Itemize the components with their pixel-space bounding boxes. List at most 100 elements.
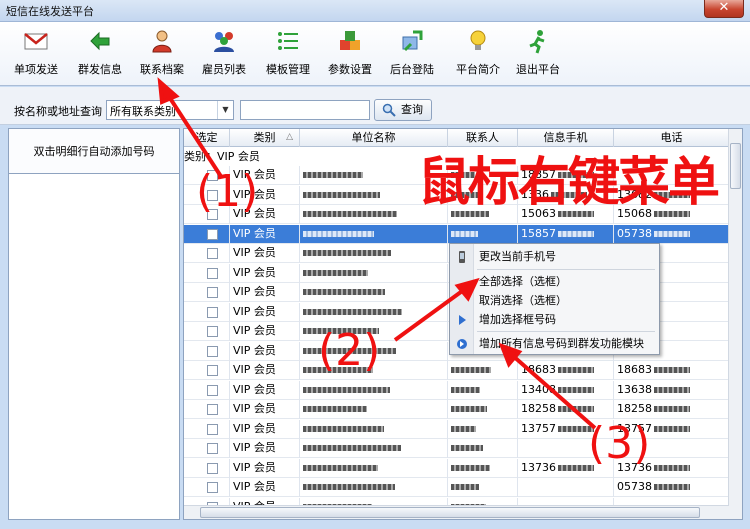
backend-login-button[interactable]: 后台登陆 bbox=[386, 28, 438, 82]
col-contact[interactable]: 联系人 bbox=[448, 129, 518, 147]
col-mobile[interactable]: 信息手机 bbox=[518, 129, 614, 147]
contact-cell-redacted bbox=[448, 400, 518, 419]
company-cell-redacted bbox=[300, 244, 448, 263]
col-phone[interactable]: 电话 bbox=[614, 129, 730, 147]
row-checkbox[interactable] bbox=[207, 424, 218, 435]
row-checkbox[interactable] bbox=[207, 346, 218, 357]
row-checkbox[interactable] bbox=[207, 287, 218, 298]
company-cell-redacted bbox=[300, 361, 448, 380]
row-checkbox[interactable] bbox=[207, 365, 218, 376]
redacted-text bbox=[303, 406, 367, 412]
row-checkbox[interactable] bbox=[207, 209, 218, 220]
table-row[interactable]: VIP 会员 15857 05738 bbox=[184, 225, 730, 244]
menu-add-all-to-group-label: 增加所有信息号码到群发功能模块 bbox=[479, 337, 644, 350]
table-row[interactable]: VIP 会员 18258 18258 bbox=[184, 400, 730, 419]
redacted-text bbox=[451, 231, 478, 237]
category-cell: VIP 会员 bbox=[230, 244, 300, 263]
mobile-cell bbox=[518, 439, 614, 458]
mobile-text: 13757 bbox=[521, 422, 556, 435]
vertical-scrollbar[interactable] bbox=[728, 129, 742, 519]
close-button[interactable]: ✕ bbox=[704, 0, 744, 18]
table-row[interactable]: VIP 会员 1336 13682 bbox=[184, 186, 730, 205]
table-row[interactable]: VIP 会员 bbox=[184, 439, 730, 458]
menu-select-all[interactable]: 全部选择（选框） bbox=[450, 272, 659, 292]
phone-cell bbox=[614, 439, 730, 458]
search-input[interactable] bbox=[240, 100, 370, 120]
col-company[interactable]: 单位名称 bbox=[300, 129, 448, 147]
mobile-cell: 13757 bbox=[518, 420, 614, 439]
vertical-scroll-thumb[interactable] bbox=[730, 143, 741, 189]
phone-cell: 05738 bbox=[614, 225, 730, 244]
row-checkbox[interactable] bbox=[207, 248, 218, 259]
company-cell-redacted bbox=[300, 459, 448, 478]
parameter-settings-button[interactable]: 参数设置 bbox=[324, 28, 376, 82]
category-cell: VIP 会员 bbox=[230, 478, 300, 497]
row-checkbox[interactable] bbox=[207, 404, 218, 415]
select-cell bbox=[184, 303, 230, 322]
category-cell: VIP 会员 bbox=[230, 400, 300, 419]
chevron-down-icon[interactable]: ▼ bbox=[217, 101, 233, 119]
phone-text: 13682 bbox=[617, 188, 652, 201]
group-send-label: 群发信息 bbox=[78, 63, 122, 76]
row-checkbox[interactable] bbox=[207, 268, 218, 279]
menu-add-selected[interactable]: 增加选择框号码 bbox=[450, 310, 659, 330]
menu-change-mobile[interactable]: 更改当前手机号 bbox=[450, 247, 659, 267]
mobile-cell: 13736 bbox=[518, 459, 614, 478]
row-checkbox[interactable] bbox=[207, 229, 218, 240]
table-row[interactable]: VIP 会员 15063 15068 bbox=[184, 205, 730, 224]
row-checkbox[interactable] bbox=[207, 190, 218, 201]
col-select[interactable]: 选定 bbox=[184, 129, 230, 147]
row-checkbox[interactable] bbox=[207, 170, 218, 181]
mobile-text: 13408 bbox=[521, 383, 556, 396]
col-category[interactable]: 类别 △ bbox=[230, 129, 300, 147]
col-category-label: 类别 bbox=[253, 131, 276, 144]
mobile-cell: 18683 bbox=[518, 361, 614, 380]
redacted-text bbox=[303, 426, 384, 432]
row-checkbox[interactable] bbox=[207, 307, 218, 318]
table-row[interactable]: VIP 会员 18683 18683 bbox=[184, 361, 730, 380]
horizontal-scroll-thumb[interactable] bbox=[200, 507, 700, 518]
category-cell: VIP 会员 bbox=[230, 166, 300, 185]
phone-cell: 13682 bbox=[614, 186, 730, 205]
row-checkbox[interactable] bbox=[207, 443, 218, 454]
select-cell bbox=[184, 420, 230, 439]
employee-list-button[interactable]: 雇员列表 bbox=[198, 28, 250, 82]
envelope-icon bbox=[24, 33, 48, 50]
table-row[interactable]: VIP 会员 13408 13638 bbox=[184, 381, 730, 400]
single-send-button[interactable]: 单项发送 bbox=[10, 28, 62, 82]
row-checkbox[interactable] bbox=[207, 385, 218, 396]
redacted-text bbox=[551, 192, 587, 198]
category-cell: VIP 会员 bbox=[230, 381, 300, 400]
menu-add-all-to-group[interactable]: 增加所有信息号码到群发功能模块 bbox=[450, 334, 659, 354]
redacted-text bbox=[303, 289, 385, 295]
redacted-text bbox=[654, 484, 690, 490]
row-checkbox[interactable] bbox=[207, 326, 218, 337]
contact-category-select[interactable]: 所有联系类别 ▼ bbox=[106, 100, 234, 120]
platform-intro-button[interactable]: 平台简介 bbox=[452, 28, 504, 82]
mobile-text: 15063 bbox=[521, 207, 556, 220]
category-cell: VIP 会员 bbox=[230, 225, 300, 244]
horizontal-scrollbar[interactable] bbox=[184, 505, 729, 519]
mobile-cell: 18258 bbox=[518, 400, 614, 419]
contact-category-value: 所有联系类别 bbox=[110, 105, 176, 118]
group-row[interactable]: 类别：VIP 会员 bbox=[184, 148, 729, 165]
table-row[interactable]: VIP 会员 13736 13736 bbox=[184, 459, 730, 478]
query-button[interactable]: 查询 bbox=[374, 99, 432, 121]
select-cell bbox=[184, 225, 230, 244]
redacted-text bbox=[303, 445, 401, 451]
template-manage-button[interactable]: 模板管理 bbox=[262, 28, 314, 82]
selected-numbers-panel[interactable]: 双击明细行自动添加号码 bbox=[8, 128, 180, 520]
table-row[interactable]: VIP 会员 13757 13757 bbox=[184, 420, 730, 439]
category-cell: VIP 会员 bbox=[230, 283, 300, 302]
contact-archive-button[interactable]: 联系档案 bbox=[136, 28, 188, 82]
mobile-text: 13736 bbox=[521, 461, 556, 474]
company-cell-redacted bbox=[300, 225, 448, 244]
table-row[interactable]: VIP 会员 05738 bbox=[184, 478, 730, 497]
group-send-button[interactable]: 群发信息 bbox=[74, 28, 126, 82]
row-checkbox[interactable] bbox=[207, 482, 218, 493]
menu-deselect-all[interactable]: 取消选择（选框） bbox=[450, 291, 659, 311]
parameter-settings-label: 参数设置 bbox=[328, 63, 372, 76]
exit-platform-button[interactable]: 退出平台 bbox=[512, 28, 564, 82]
table-row[interactable]: VIP 会员 18857 bbox=[184, 166, 730, 185]
row-checkbox[interactable] bbox=[207, 463, 218, 474]
